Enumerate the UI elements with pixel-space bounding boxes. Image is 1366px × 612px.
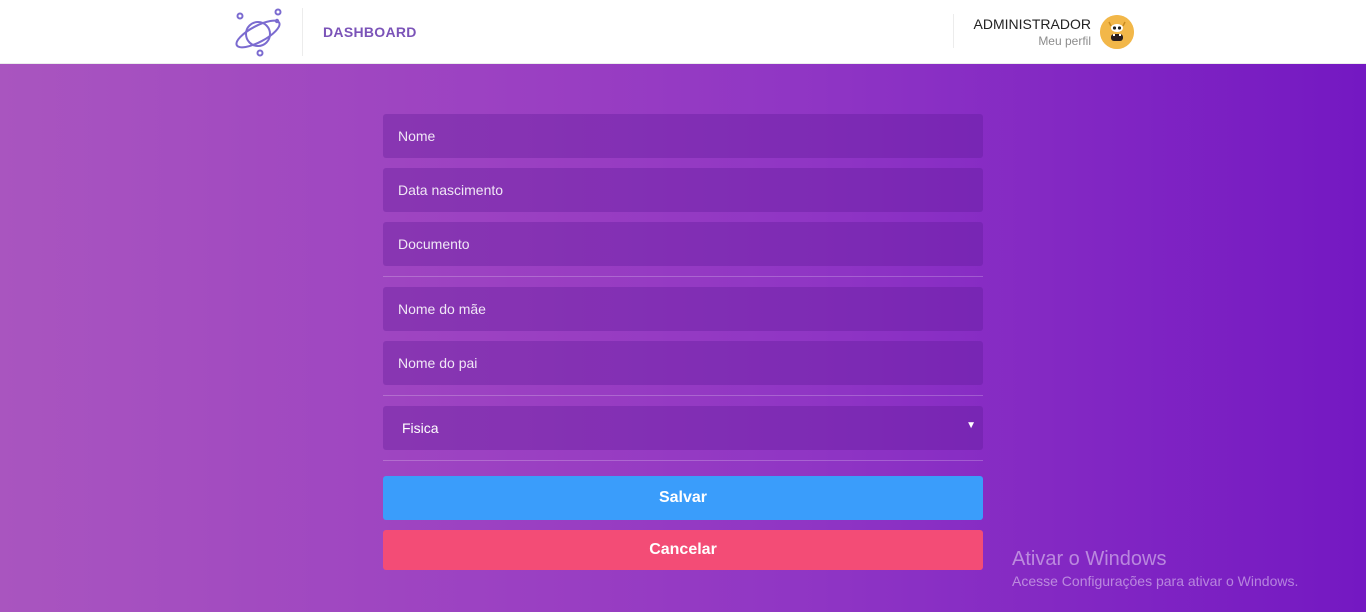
tipo-pessoa-value: Fisica	[402, 420, 439, 436]
logo-divider	[302, 8, 303, 56]
user-avatar-icon[interactable]	[1100, 15, 1134, 49]
nome-mae-input[interactable]	[383, 287, 983, 331]
documento-input[interactable]	[383, 222, 983, 266]
form-divider	[383, 276, 983, 277]
tipo-pessoa-select[interactable]: Fisica ▼	[383, 406, 983, 450]
cancel-button[interactable]: Cancelar	[383, 530, 983, 570]
user-divider	[953, 14, 954, 48]
form-divider	[383, 460, 983, 461]
form-divider	[383, 395, 983, 396]
nome-input[interactable]	[383, 114, 983, 158]
data-nascimento-input[interactable]	[383, 168, 983, 212]
user-name[interactable]: ADMINISTRADOR	[974, 16, 1091, 32]
main-content: Fisica ▼ Salvar Cancelar Ativar o Window…	[0, 64, 1366, 612]
windows-activation-subtitle: Acesse Configurações para ativar o Windo…	[1012, 573, 1299, 589]
dashboard-link[interactable]: DASHBOARD	[323, 24, 417, 40]
planet-logo-icon[interactable]	[230, 6, 286, 58]
nome-pai-input[interactable]	[383, 341, 983, 385]
caret-down-icon: ▼	[966, 420, 976, 431]
save-button[interactable]: Salvar	[383, 476, 983, 520]
profile-link[interactable]: Meu perfil	[1038, 34, 1091, 48]
windows-activation-title: Ativar o Windows	[1012, 548, 1167, 570]
top-navbar: DASHBOARD ADMINISTRADOR Meu perfil	[0, 0, 1366, 64]
